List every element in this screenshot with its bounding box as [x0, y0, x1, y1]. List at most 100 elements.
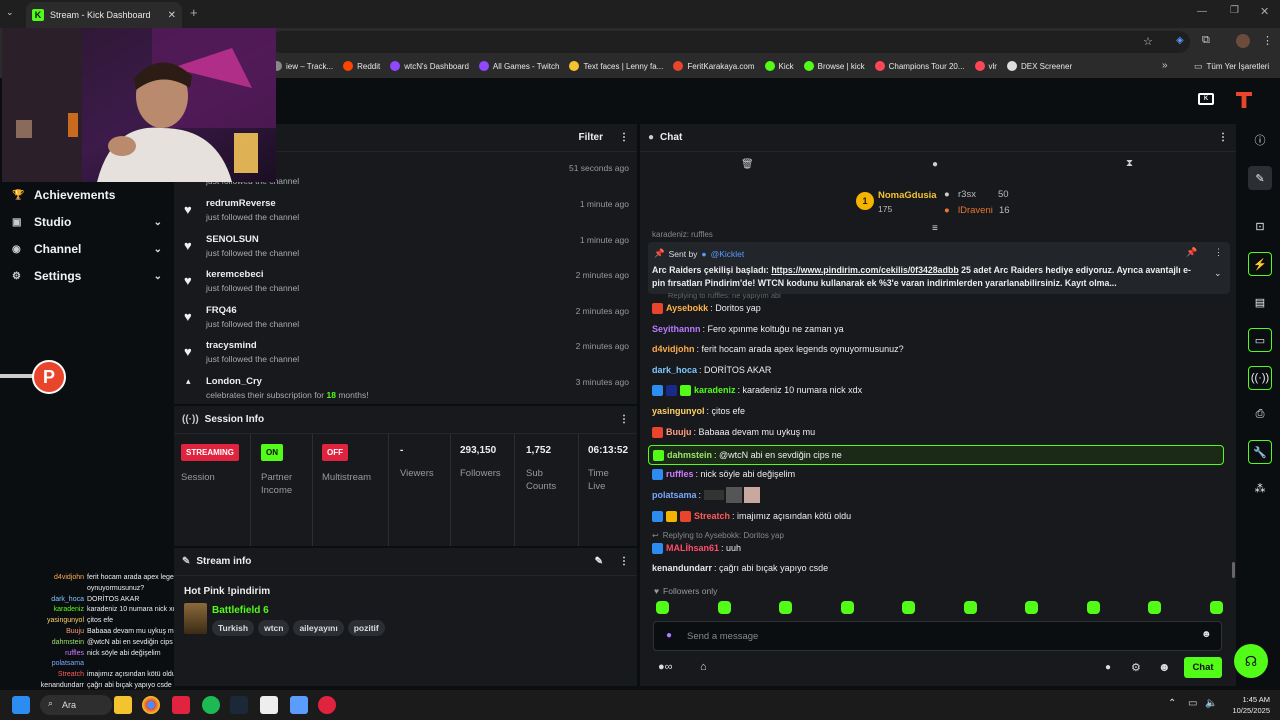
taskbar-search[interactable]: ⌕ Ara [40, 695, 112, 715]
chat-icon[interactable]: ▭ [1248, 328, 1272, 352]
bookmark-item[interactable]: Kick [764, 61, 794, 71]
clock[interactable]: 1:45 AM 10/25/2025 [1222, 694, 1270, 716]
minimize-icon[interactable]: — [1197, 6, 1207, 17]
hourglass-icon[interactable]: ⧗ [1126, 158, 1133, 169]
pinned-options-icon[interactable]: ⋮ [1214, 247, 1223, 258]
chat-username[interactable]: karadeniz [694, 385, 736, 395]
chat-settings-bubble-icon[interactable]: ● [1105, 662, 1111, 673]
start-icon[interactable] [12, 696, 30, 714]
edit-icon[interactable]: ✎ [1248, 166, 1272, 190]
extension-icon[interactable]: ◈ [1176, 35, 1184, 46]
chat-username[interactable]: dahmstein [667, 450, 712, 460]
chat-message[interactable]: Seyithannn: Fero xpınme koltuğu ne zaman… [652, 321, 844, 337]
chrome-icon[interactable] [142, 696, 160, 714]
microphone-icon[interactable]: ● [666, 630, 672, 641]
tray-chevron-icon[interactable]: ⌃ [1168, 698, 1176, 709]
bookmark-item[interactable]: Browse | kick [803, 61, 865, 71]
all-bookmarks-folder[interactable]: ▭ Tüm Yer İşaretleri [1194, 61, 1269, 72]
pinned-link[interactable]: https://www.pindirim.com/cekilis/0f3428a… [771, 265, 958, 275]
quick-emote-icon[interactable] [1148, 601, 1161, 614]
more-options-icon[interactable]: ⋮ [619, 556, 629, 567]
volume-icon[interactable]: 🔈 [1205, 698, 1217, 709]
more-bookmarks-icon[interactable]: » [1162, 60, 1168, 71]
screen-capture-icon[interactable]: ⊡ [1248, 214, 1272, 238]
support-chat-icon[interactable]: ☊ [1234, 644, 1268, 678]
tab-close-icon[interactable]: ✕ [168, 10, 176, 21]
bookmark-item[interactable]: iew – Track... [272, 61, 333, 71]
expand-pinned-icon[interactable]: ⌄ [1214, 268, 1222, 279]
quick-emote-icon[interactable] [1086, 601, 1100, 614]
window-close-icon[interactable]: ✕ [1260, 5, 1269, 18]
app-icon[interactable] [318, 696, 336, 714]
chat-username[interactable]: MALİhsan61 [666, 543, 719, 553]
chat-message[interactable]: kenandundarr: çağrı abi bıçak yapıyo csd… [652, 560, 828, 576]
chat-scrollbar[interactable] [1232, 562, 1235, 578]
chat-username[interactable]: Seyithannn [652, 324, 701, 334]
bookmark-item[interactable]: vlr [974, 61, 997, 71]
game-name[interactable]: Battlefield 6 [212, 605, 269, 616]
stream-tag[interactable]: pozitif [347, 620, 385, 636]
bookmark-item[interactable]: Text faces | Lenny fa... [569, 61, 663, 71]
printer-icon[interactable]: ⎙ [1248, 402, 1272, 426]
broadcast-icon[interactable]: ((·)) [1248, 366, 1272, 390]
chat-username[interactable]: d4vidjohn [652, 344, 695, 354]
gear-icon[interactable]: ⚙ [1131, 661, 1141, 674]
bookmark-item[interactable]: All Games - Twitch [478, 61, 559, 71]
quick-emote-icon[interactable] [779, 601, 792, 614]
steam-icon[interactable] [230, 696, 248, 714]
shop-icon[interactable]: ⌂ [700, 661, 707, 673]
wrench-icon[interactable]: 🔧 [1248, 440, 1272, 464]
bookmark-star-icon[interactable]: ☆ [1143, 35, 1153, 48]
chat-message[interactable]: Aysebokk: Doritos yap [652, 300, 761, 316]
sidebar-item-settings[interactable]: ⚙ Settings ⌄ [12, 264, 162, 288]
sidebar-item-achievements[interactable]: 🏆 Achievements [12, 183, 162, 207]
chat-send-button[interactable]: Chat [1184, 657, 1222, 678]
chat-username[interactable]: Streatch [694, 511, 730, 521]
address-bar[interactable] [270, 31, 1190, 53]
chat-message[interactable]: karadeniz: karadeniz 10 numara nick xdx [652, 382, 862, 398]
unpin-icon[interactable]: 📌 [1186, 247, 1197, 258]
app-icon[interactable] [172, 696, 190, 714]
bookmark-item[interactable]: DEX Screener [1006, 61, 1072, 71]
quick-emote-icon[interactable] [963, 601, 977, 614]
stream-tag[interactable]: wtcn [258, 620, 290, 636]
chat-message[interactable]: Buuju: Babaaa devam mu uykuş mu [652, 424, 815, 440]
chat-username[interactable]: dark_hoca [652, 365, 697, 375]
chat-message[interactable]: ruffles: nick söyle abi değişelim [652, 466, 795, 482]
chat-username[interactable]: Aysebokk [666, 303, 708, 313]
info-icon[interactable]: ⓘ [1248, 128, 1272, 152]
quick-emote-icon[interactable] [717, 601, 731, 614]
profile-avatar[interactable] [1236, 34, 1250, 48]
lightning-icon[interactable]: ⚡ [1248, 252, 1272, 276]
chat-message[interactable]: yasingunyol: çitos efe [652, 403, 745, 419]
kicks-icon[interactable]: ●∞ [658, 661, 673, 673]
chat-username[interactable]: kenandundarr [652, 563, 712, 573]
quick-emote-icon[interactable] [1209, 601, 1223, 614]
trash-icon[interactable]: 🗑 [741, 159, 754, 170]
chat-message[interactable]: polatsama: [652, 487, 760, 503]
bookmark-item[interactable]: Champions Tour 20... [874, 61, 965, 71]
sidebar-item-channel[interactable]: ◉ Channel ⌄ [12, 237, 162, 261]
notes-icon[interactable] [290, 696, 308, 714]
user-avatar[interactable] [1236, 92, 1252, 108]
chat-username[interactable]: ruffles [666, 469, 694, 479]
bookmark-item[interactable]: FeritKarakaya.com [673, 61, 755, 71]
chat-message[interactable]: d4vidjohn: ferit hocam arada apex legend… [652, 341, 904, 357]
more-options-icon[interactable]: ⋮ [619, 132, 629, 143]
chat-username[interactable]: yasingunyol [652, 406, 705, 416]
more-options-icon[interactable]: ⋮ [619, 414, 629, 425]
kick-logo-icon[interactable]: K [1198, 93, 1214, 105]
tab-search-icon[interactable]: ⌄ [6, 7, 14, 18]
share-icon[interactable]: ⁂ [1248, 476, 1272, 500]
quick-emote-icon[interactable] [1025, 601, 1038, 614]
obs-icon[interactable] [260, 696, 278, 714]
chat-input[interactable]: ● Send a message ☻ [653, 621, 1222, 651]
chat-username[interactable]: Buuju [666, 427, 692, 437]
new-tab-icon[interactable]: + [190, 5, 198, 20]
quick-emote-icon[interactable] [656, 601, 669, 614]
emoji-icon[interactable]: ☻ [1201, 629, 1212, 640]
edit-stream-icon[interactable]: ✎ [595, 556, 603, 567]
document-icon[interactable]: ▤ [1248, 290, 1272, 314]
quick-emote-icon[interactable] [840, 601, 854, 614]
quick-emote-icon[interactable] [902, 601, 915, 614]
